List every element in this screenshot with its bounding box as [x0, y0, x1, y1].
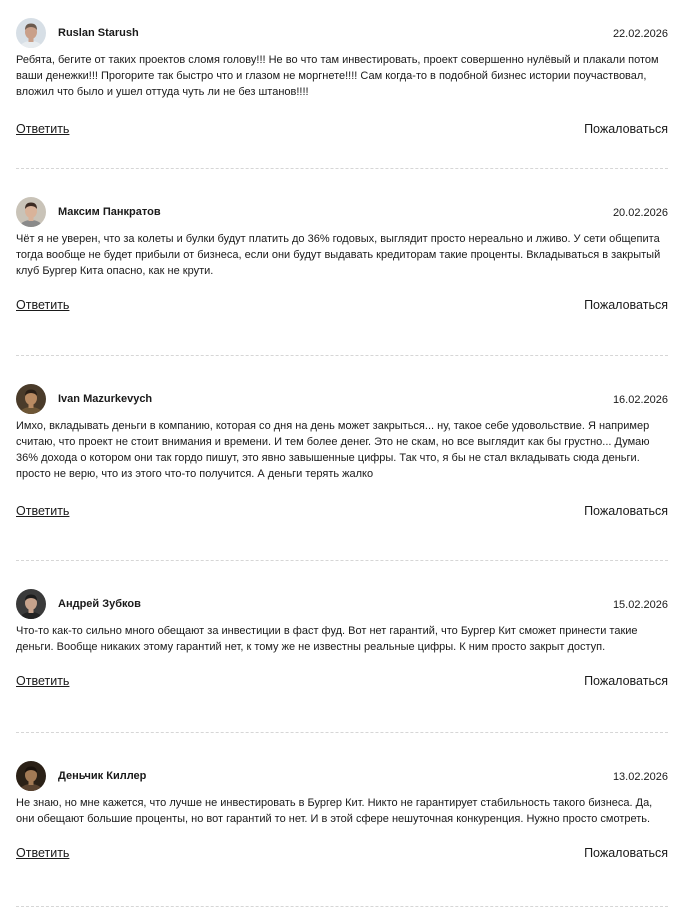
comment-item: Деньчик Киллер 13.02.2026 Не знаю, но мн… [16, 761, 668, 907]
reply-link[interactable]: Ответить [16, 674, 69, 688]
report-link[interactable]: Пожаловаться [584, 674, 668, 688]
user-avatar-icon [16, 18, 46, 48]
comment-author[interactable]: Деньчик Киллер [58, 769, 146, 783]
comment-date: 15.02.2026 [612, 599, 668, 611]
comment-author[interactable]: Ivan Mazurkevych [58, 392, 152, 406]
comment-date: 16.02.2026 [612, 394, 668, 406]
user-avatar-icon [16, 197, 46, 227]
report-link[interactable]: Пожаловаться [584, 504, 668, 518]
reply-link[interactable]: Ответить [16, 122, 69, 136]
comment-text: Ребята, бегите от таких проектов сломя г… [16, 54, 659, 98]
report-link[interactable]: Пожаловаться [584, 846, 668, 860]
comments-list: Ruslan Starush 22.02.2026 Ребята, бегите… [16, 0, 668, 907]
avatar[interactable] [16, 761, 46, 791]
user-avatar-icon [16, 384, 46, 414]
comment-text: Не знаю, но мне кажется, что лучше не ин… [16, 797, 653, 825]
reply-link[interactable]: Ответить [16, 298, 69, 312]
comment-item: Андрей Зубков 15.02.2026 Что-то как-то с… [16, 589, 668, 733]
comment-item: Ruslan Starush 22.02.2026 Ребята, бегите… [16, 18, 668, 169]
avatar[interactable] [16, 589, 46, 619]
report-link[interactable]: Пожаловаться [584, 298, 668, 312]
comment-author[interactable]: Андрей Зубков [58, 597, 141, 611]
comment-date: 20.02.2026 [612, 207, 668, 219]
comment-author[interactable]: Максим Панкратов [58, 205, 161, 219]
comment-text: Чёт я не уверен, что за колеты и булки б… [16, 233, 661, 277]
user-avatar-icon [16, 589, 46, 619]
comment-date: 22.02.2026 [612, 28, 668, 40]
reply-link[interactable]: Ответить [16, 504, 69, 518]
avatar[interactable] [16, 384, 46, 414]
comment-text: Имхо, вкладывать деньги в компанию, кото… [16, 420, 650, 480]
comment-date: 13.02.2026 [612, 771, 668, 783]
reply-link[interactable]: Ответить [16, 846, 69, 860]
comment-item: Максим Панкратов 20.02.2026 Чёт я не уве… [16, 197, 668, 356]
user-avatar-icon [16, 761, 46, 791]
comment-author[interactable]: Ruslan Starush [58, 26, 139, 40]
comment-text: Что-то как-то сильно много обещают за ин… [16, 625, 638, 653]
comment-item: Ivan Mazurkevych 16.02.2026 Имхо, вклады… [16, 384, 668, 561]
avatar[interactable] [16, 197, 46, 227]
avatar[interactable] [16, 18, 46, 48]
report-link[interactable]: Пожаловаться [584, 122, 668, 136]
